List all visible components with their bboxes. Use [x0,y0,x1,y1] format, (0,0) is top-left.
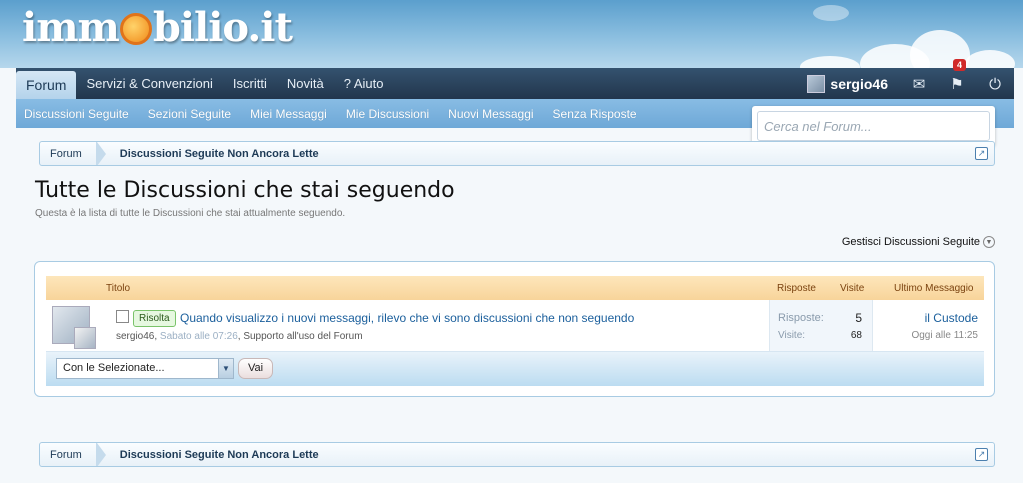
header-replies[interactable]: Risposte [777,283,816,294]
cloud-decoration [813,5,849,21]
search-box [752,106,995,146]
go-button[interactable]: Vai [238,358,274,379]
site-logo[interactable]: imm bilio.it [22,2,293,52]
subnav-discussioni-seguite[interactable]: Discussioni Seguite [24,107,129,121]
mass-action-selected: Con le Selezionate... [63,362,165,374]
alerts-badge: 4 [953,59,967,71]
breadcrumb: Forum Discussioni Seguite Non Ancora Let… [39,141,995,166]
cloud-decoration [800,56,860,68]
table-row: Risolta Quando visualizzo i nuovi messag… [46,300,984,352]
logo-text-right: bilio.it [152,3,293,51]
tab-aiuto[interactable]: ? Aiuto [334,68,394,99]
breadcrumb-current[interactable]: Discussioni Seguite Non Ancora Lette [110,142,329,165]
power-icon: ⏻ [989,74,1001,93]
thread-date[interactable]: Sabato alle 07:26 [160,331,238,342]
thread-forum[interactable]: Supporto all'uso del Forum [243,331,362,342]
search-input[interactable] [757,111,990,141]
subnav-nuovi-messaggi[interactable]: Nuovi Messaggi [448,107,533,121]
avatar[interactable] [74,327,96,349]
replies-label: Risposte: [778,312,824,324]
manage-watched-label: Gestisci Discussioni Seguite [841,236,980,248]
views-value: 68 [850,330,862,341]
list-footer: Con le Selezionate... ▼ Vai [46,352,984,386]
header-last-post[interactable]: Ultimo Messaggio [894,283,973,294]
manage-watched-link[interactable]: Gestisci Discussioni Seguite ▼ [842,236,995,248]
inbox-button[interactable]: ✉ [900,68,938,99]
thread-stats: Risposte: 5 Visite: 68 [769,300,873,351]
breadcrumb: Forum Discussioni Seguite Non Ancora Let… [39,442,995,467]
subnav-mie-discussioni[interactable]: Mie Discussioni [346,107,429,121]
last-post-user[interactable]: il Custode [925,311,978,325]
thread-meta: sergio46, Sabato alle 07:26, Supporto al… [116,331,363,342]
thread-title-link[interactable]: Quando visualizzo i nuovi messaggi, rile… [180,311,634,325]
breadcrumb-separator [96,142,106,165]
jump-to-icon[interactable]: ↗ [975,448,988,461]
navbar-right: sergio46 ✉ ⚑ 4 ⏻ [795,59,1014,99]
username-label: sergio46 [830,75,888,92]
alerts-button[interactable]: ⚑ 4 [938,59,976,99]
main-navbar: Forum Servizi & Convenzioni Iscritti Nov… [16,59,1014,99]
header-title[interactable]: Titolo [106,283,130,294]
views-label: Visite: [778,330,806,341]
cloud-decoration [965,50,1015,68]
tab-novita[interactable]: Novità [277,68,334,99]
breadcrumb-home[interactable]: Forum [40,142,97,165]
chevron-down-icon: ▼ [218,359,233,378]
subnav-miei-messaggi[interactable]: Miei Messaggi [250,107,327,121]
page-description: Questa è la lista di tutte le Discussion… [35,208,346,219]
page-title: Tutte le Discussioni che stai seguendo [35,178,455,203]
mass-action-select[interactable]: Con le Selezionate... ▼ [56,358,234,379]
list-header: Titolo Risposte Visite Ultimo Messaggio [46,276,984,300]
envelope-icon: ✉ [912,74,926,93]
breadcrumb-separator [96,443,106,466]
status-badge: Risolta [133,310,176,327]
replies-value: 5 [855,311,862,325]
logo-text-left: imm [22,3,120,51]
logo-mascot-icon [119,13,152,45]
thread-list-container: Titolo Risposte Visite Ultimo Messaggio … [34,261,995,397]
avatar [807,74,826,93]
thread-author[interactable]: sergio46 [116,331,154,342]
header-views[interactable]: Visite [840,283,864,294]
tab-servizi[interactable]: Servizi & Convenzioni [76,68,222,99]
flag-icon: ⚑ [950,74,964,93]
jump-to-icon[interactable]: ↗ [975,147,988,160]
breadcrumb-home[interactable]: Forum [40,443,97,466]
subnav-senza-risposte[interactable]: Senza Risposte [553,107,637,121]
tab-forum[interactable]: Forum [16,71,77,99]
logout-button[interactable]: ⏻ [976,68,1014,99]
breadcrumb-current[interactable]: Discussioni Seguite Non Ancora Lette [110,443,329,466]
tab-iscritti[interactable]: Iscritti [223,68,277,99]
user-menu[interactable]: sergio46 [795,74,900,93]
chevron-down-icon: ▼ [983,236,995,248]
subnav-sezioni-seguite[interactable]: Sezioni Seguite [148,107,231,121]
thread-checkbox[interactable] [116,310,129,323]
last-post-date[interactable]: Oggi alle 11:25 [911,330,978,341]
